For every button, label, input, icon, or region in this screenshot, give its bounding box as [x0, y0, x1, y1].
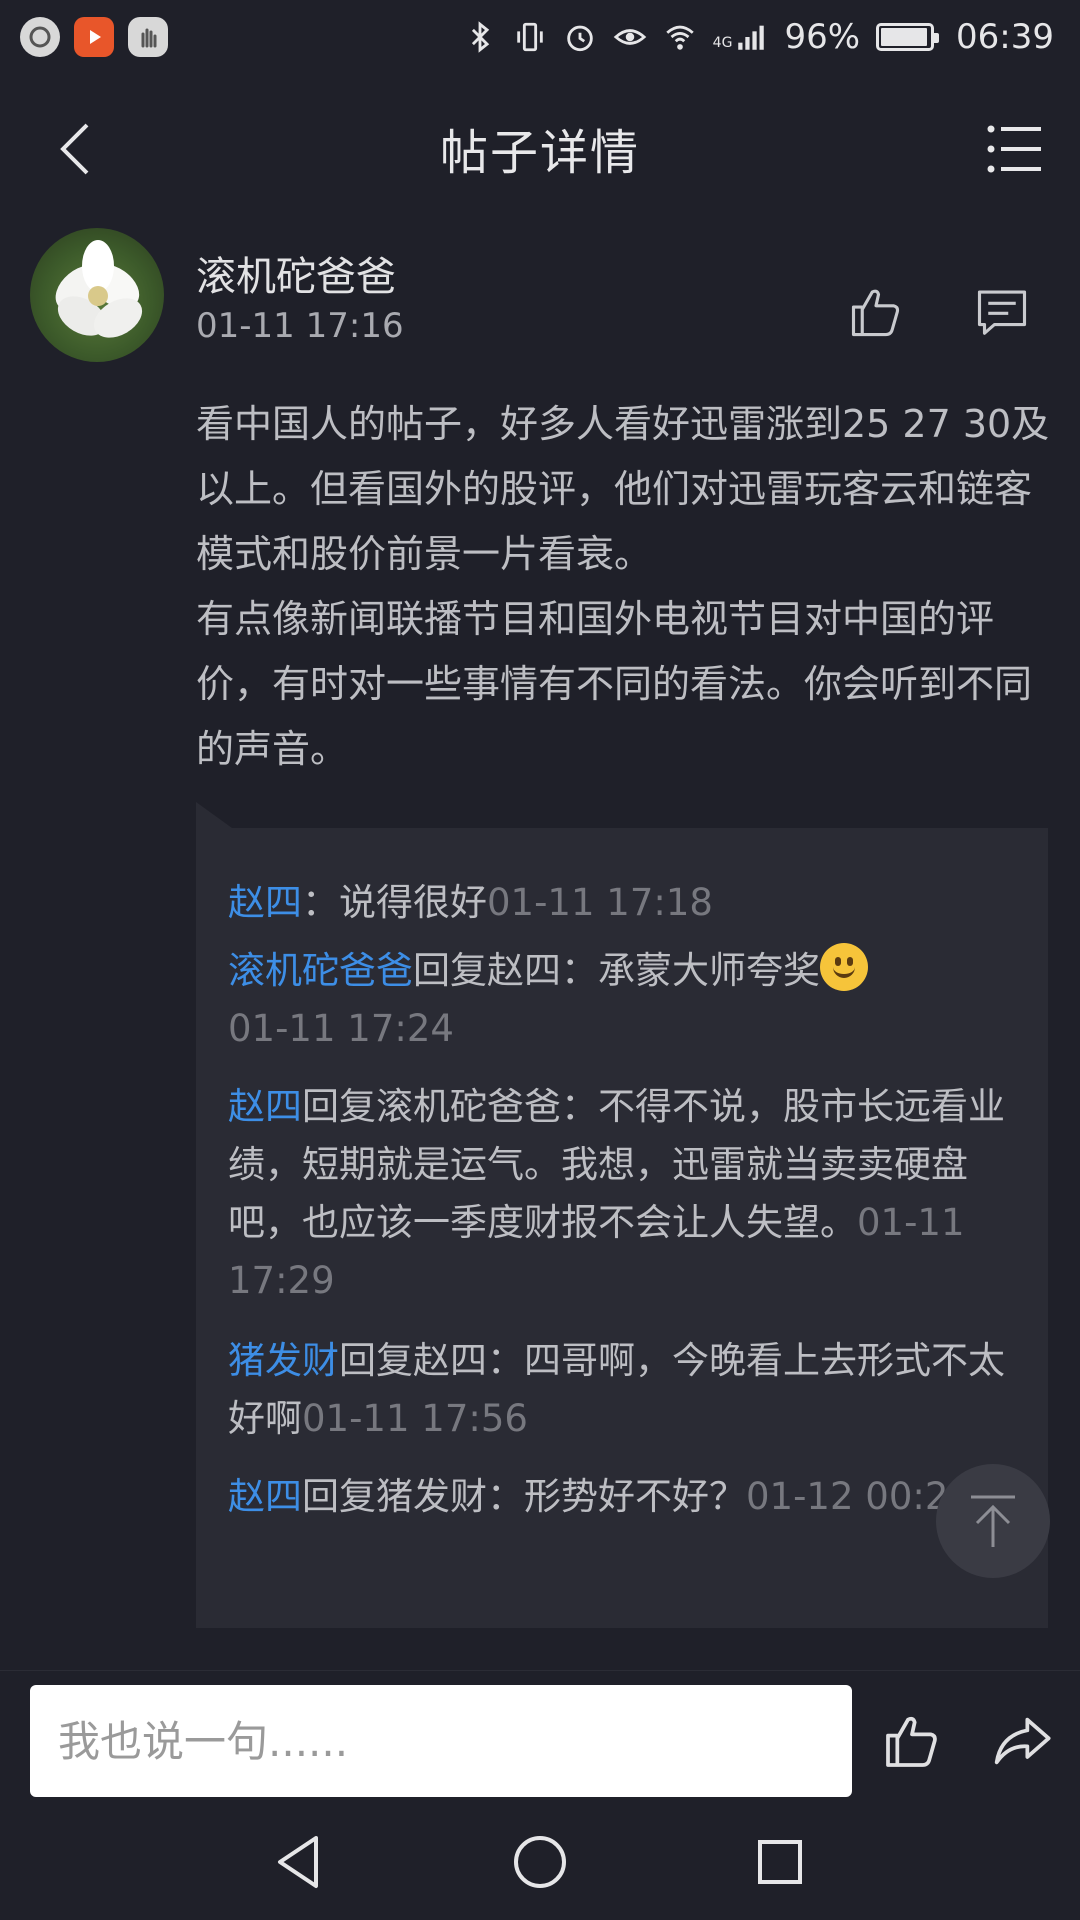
magnolia-flower-image [55, 240, 143, 338]
reply-target: 猪发财 [376, 1475, 487, 1518]
back-button[interactable] [40, 114, 110, 184]
square-recent-icon [758, 1840, 802, 1884]
vibrate-icon [516, 22, 543, 52]
reply-time: 01-11 17:56 [302, 1397, 528, 1440]
circle-home-icon [514, 1836, 566, 1888]
reply-target: 赵四 [487, 949, 561, 992]
reply-item[interactable]: 滚机砣爸爸回复赵四：承蒙大师夸奖 01-11 17:24 [228, 942, 1018, 1058]
page-title: 帖子详情 [439, 125, 640, 181]
wifi-icon [665, 25, 694, 50]
arrow-up-to-top-icon [971, 1495, 1015, 1547]
post-like-button[interactable] [846, 282, 906, 342]
reply-username[interactable]: 赵四 [228, 1475, 302, 1518]
network-type: 4G [712, 35, 733, 51]
menu-button[interactable] [980, 114, 1050, 184]
hand-app-icon [128, 17, 168, 57]
reply-username[interactable]: 滚机砣爸爸 [228, 949, 413, 992]
reply-item[interactable]: 赵四回复猪发财：形势好不好？01-12 00:25 [228, 1468, 1018, 1526]
comment-icon [977, 290, 1027, 335]
alarm-icon [566, 25, 593, 52]
thumbs-up-icon [886, 1716, 937, 1767]
reply-text: 承蒙大师夸奖 [598, 949, 820, 992]
reply-item[interactable]: 猪发财回复赵四：四哥啊，今晚看上去形式不太好啊01-11 17:56 [228, 1332, 1018, 1448]
video-app-icon [74, 17, 114, 57]
share-button[interactable] [990, 1709, 1054, 1773]
bluetooth-icon [471, 21, 489, 53]
nav-recent-apps-button[interactable] [748, 1830, 812, 1894]
clock: 06:39 [956, 17, 1054, 57]
reply-text: 形势好不好？ [524, 1475, 746, 1518]
signal-icon [738, 25, 765, 50]
post-body: 看中国人的帖子，好多人看好迅雷涨到25 27 30及以上。但看国外的股评，他们对… [196, 402, 1050, 771]
reply-username[interactable]: 猪发财 [228, 1339, 339, 1382]
avatar[interactable] [30, 228, 164, 362]
thumbs-up-icon [851, 289, 900, 337]
comment-input[interactable] [30, 1685, 852, 1797]
reply-item[interactable]: 赵四：说得很好01-11 17:18 [228, 874, 1018, 932]
post-time: 01-11 17:16 [196, 306, 404, 346]
triangle-back-icon [278, 1836, 318, 1888]
scroll-to-top-button[interactable] [936, 1464, 1050, 1578]
system-nav-bar [0, 1800, 1080, 1920]
battery-icon [876, 23, 940, 51]
reply-time: 01-11 17:24 [228, 1007, 454, 1050]
status-bar: 4G 96% 06:39 [0, 0, 1080, 74]
list-menu-icon [987, 125, 1041, 173]
share-arrow-icon [994, 1717, 1051, 1765]
reply-target: 滚机砣爸爸 [376, 1085, 561, 1128]
reply-text: 说得很好 [339, 881, 487, 924]
battery-percent: 96% [784, 17, 861, 57]
app-header: 帖子详情 [0, 74, 1080, 222]
reply-username[interactable]: 赵四 [228, 881, 302, 924]
nav-back-button[interactable] [268, 1830, 332, 1894]
notification-app-icon [20, 17, 60, 57]
reply-list: 赵四：说得很好01-11 17:18 滚机砣爸爸回复赵四：承蒙大师夸奖 01-11… [196, 802, 1048, 1628]
chevron-left-icon [60, 123, 89, 175]
bottom-like-button[interactable] [880, 1709, 944, 1773]
reply-username[interactable]: 赵四 [228, 1085, 302, 1128]
smile-emoji-icon [820, 943, 868, 991]
eye-icon [613, 29, 646, 45]
reply-item[interactable]: 赵四回复滚机砣爸爸：不得不说，股市长远看业绩，短期就是运气。我想，迅雷就当卖卖硬… [228, 1078, 1018, 1310]
reply-time: 01-11 17:18 [487, 881, 713, 924]
author-name[interactable]: 滚机砣爸爸 [196, 244, 396, 302]
comment-bar [0, 1670, 1080, 1800]
post-comment-button[interactable] [972, 282, 1032, 342]
nav-home-button[interactable] [508, 1830, 572, 1894]
screen: 4G 96% 06:39 帖子详情 滚机砣爸爸 01-11 17:16 看中国人… [0, 0, 1080, 1920]
reply-target: 赵四 [413, 1339, 487, 1382]
